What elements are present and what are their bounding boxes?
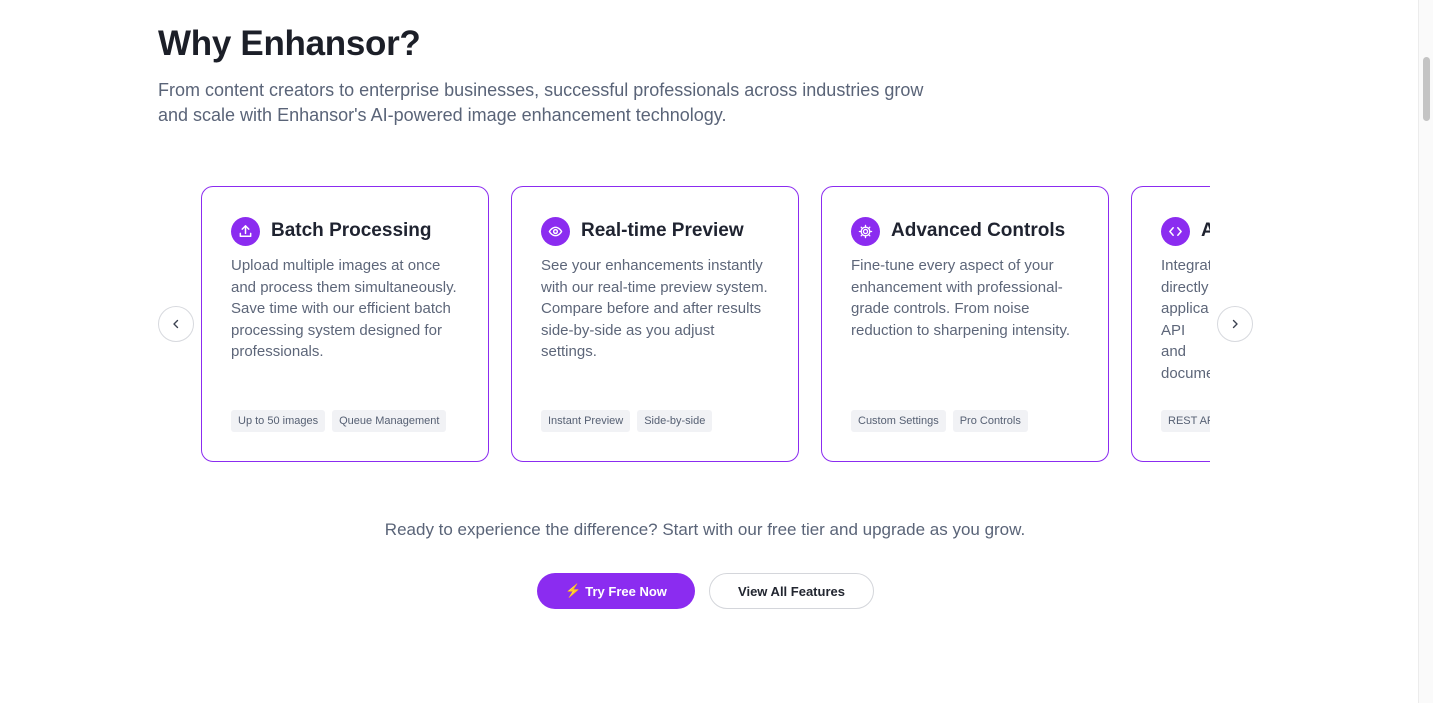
card-title: Batch Processing [271, 220, 432, 241]
tag: Pro Controls [952, 410, 1028, 432]
tag: REST AP [1161, 410, 1210, 432]
carousel-next-button[interactable] [1217, 306, 1253, 342]
carousel-track: Batch Processing Upload multiple images … [200, 185, 1210, 462]
cta-text: Ready to experience the difference? Star… [384, 520, 1026, 539]
section-subtitle: From content creators to enterprise busi… [158, 80, 924, 125]
card-description: See your enhancements instantly with our… [541, 257, 768, 360]
view-all-features-button[interactable]: View All Features [709, 573, 874, 609]
card-tags: Custom Settings Pro Controls [851, 410, 1028, 432]
scrollbar-thumb[interactable] [1423, 57, 1430, 121]
eye-icon [541, 216, 570, 246]
card-description: Upload multiple images at once and proce… [231, 257, 457, 360]
chevron-left-icon [173, 319, 179, 329]
feature-card-api: A Integrat directly applica API and docu… [1131, 186, 1210, 462]
card-description: Integrat directly applica API and docume [1161, 257, 1210, 382]
card-title: A [1201, 220, 1210, 241]
lightning-icon: ⚡ [565, 583, 582, 598]
card-tags: Instant Preview Side-by-side [541, 410, 713, 432]
tag: Instant Preview [541, 410, 631, 432]
upload-icon [231, 216, 260, 246]
feature-card-real-time-preview: Real-time Preview See your enhancements … [511, 186, 799, 462]
card-description: Fine-tune every aspect of your enhanceme… [851, 257, 1071, 339]
page: Why Enhansor? From content creators to e… [0, 0, 1418, 703]
try-free-label: Try Free Now [585, 583, 667, 599]
feature-card-advanced-controls: Advanced Controls Fine-tune every aspect… [821, 186, 1109, 462]
features-carousel: Batch Processing Upload multiple images … [200, 185, 1210, 465]
tag: Queue Management [332, 410, 447, 432]
card-title: Real-time Preview [581, 220, 744, 241]
try-free-button[interactable]: ⚡ Try Free Now [537, 573, 695, 609]
card-tags: REST AP [1161, 410, 1210, 432]
carousel-prev-button[interactable] [158, 306, 194, 342]
cta-buttons: ⚡ Try Free Now View All Features [537, 573, 874, 609]
code-icon [1161, 216, 1190, 246]
tag: Custom Settings [851, 410, 946, 432]
tag: Up to 50 images [231, 410, 326, 432]
gear-icon [851, 216, 880, 246]
feature-card-batch-processing: Batch Processing Upload multiple images … [201, 186, 489, 462]
chevron-right-icon [1232, 319, 1238, 329]
card-tags: Up to 50 images Queue Management [231, 410, 447, 432]
page-scrollbar[interactable] [1418, 0, 1433, 703]
card-title: Advanced Controls [891, 220, 1066, 241]
tag: Side-by-side [637, 410, 713, 432]
section-title: Why Enhansor? [158, 24, 421, 63]
